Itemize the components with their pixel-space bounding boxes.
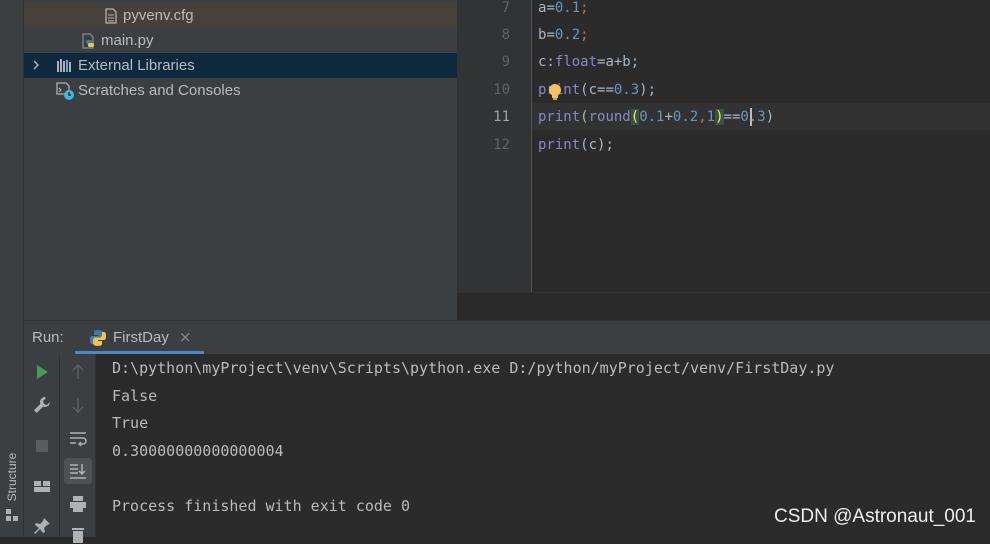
tree-item-label: External Libraries: [78, 57, 195, 74]
tree-item-external-libraries[interactable]: External Libraries: [24, 53, 457, 78]
scroll-to-end-icon[interactable]: [68, 461, 88, 481]
tree-item-main-py[interactable]: main.py: [24, 28, 457, 53]
console-line: True: [112, 414, 149, 432]
python-file-icon: [82, 33, 94, 49]
code-line: print(c);: [538, 137, 614, 153]
print-icon[interactable]: [68, 494, 88, 514]
file-icon: [105, 8, 117, 24]
line-number: 12: [493, 137, 510, 153]
wrench-icon[interactable]: [32, 395, 52, 415]
tree-item-pyvenv-cfg[interactable]: pyvenv.cfg: [24, 3, 457, 28]
structure-icon: [6, 509, 18, 521]
run-toolbar-primary: [24, 354, 60, 537]
structure-tab-label: Structure: [5, 452, 19, 502]
chevron-right-icon[interactable]: [30, 58, 42, 72]
stop-icon[interactable]: [32, 436, 52, 456]
code-line: a=0.1;: [538, 0, 589, 16]
line-number: 10: [493, 82, 510, 98]
lightbulb-icon[interactable]: [547, 83, 563, 101]
trash-icon[interactable]: [68, 524, 88, 544]
left-tool-strip: Structure: [0, 0, 24, 537]
scratches-icon: [56, 82, 74, 100]
project-tree-panel: pyvenv.cfg main.py External Libraries Sc…: [24, 0, 457, 320]
line-number: 9: [501, 54, 510, 70]
tree-item-label: Scratches and Consoles: [78, 82, 241, 99]
console-line: 0.30000000000000004: [112, 442, 284, 460]
console-line-command: D:\python\myProject\venv\Scripts\python.…: [112, 359, 835, 377]
arrow-down-icon[interactable]: [68, 395, 88, 415]
tree-item-label: main.py: [101, 32, 154, 49]
run-title: Run:: [32, 329, 64, 346]
console-line-exit-status: Process finished with exit code 0: [112, 497, 411, 515]
close-icon[interactable]: ×: [179, 328, 192, 346]
pin-icon[interactable]: [32, 516, 52, 536]
run-tab-label: FirstDay: [113, 329, 169, 346]
code-line: c:float=a+b;: [538, 54, 640, 70]
structure-tool-tab[interactable]: Structure: [0, 440, 24, 524]
console-line: False: [112, 387, 158, 405]
layout-icon[interactable]: [32, 476, 52, 496]
play-icon[interactable]: [32, 362, 52, 382]
code-editor[interactable]: 7 8 9 10 11 12 a=0.1; b=0.2; c:float=a+b…: [457, 0, 990, 292]
run-tab-firstday[interactable]: FirstDay ×: [75, 321, 204, 354]
library-icon: [57, 59, 71, 72]
tree-item-scratches-and-consoles[interactable]: Scratches and Consoles: [24, 78, 457, 103]
line-number: 11: [493, 109, 510, 125]
line-number-gutter: 7 8 9 10 11 12: [458, 0, 532, 292]
tree-item-label: pyvenv.cfg: [123, 7, 194, 24]
soft-wrap-icon[interactable]: [68, 428, 88, 448]
arrow-up-icon[interactable]: [68, 362, 88, 382]
run-toolbar-secondary: [60, 354, 96, 543]
editor-bottom-area: [457, 292, 990, 320]
code-line: b=0.2;: [538, 27, 589, 43]
watermark: CSDN @Astronaut_001: [774, 506, 976, 527]
line-number: 7: [501, 0, 510, 16]
python-icon: [90, 330, 106, 346]
run-tool-window-header: Run: FirstDay ×: [24, 320, 990, 354]
line-number: 8: [501, 27, 510, 43]
text-caret: [750, 108, 752, 126]
code-line: print(round(0.1+0.2,1)==0.3): [538, 109, 775, 125]
